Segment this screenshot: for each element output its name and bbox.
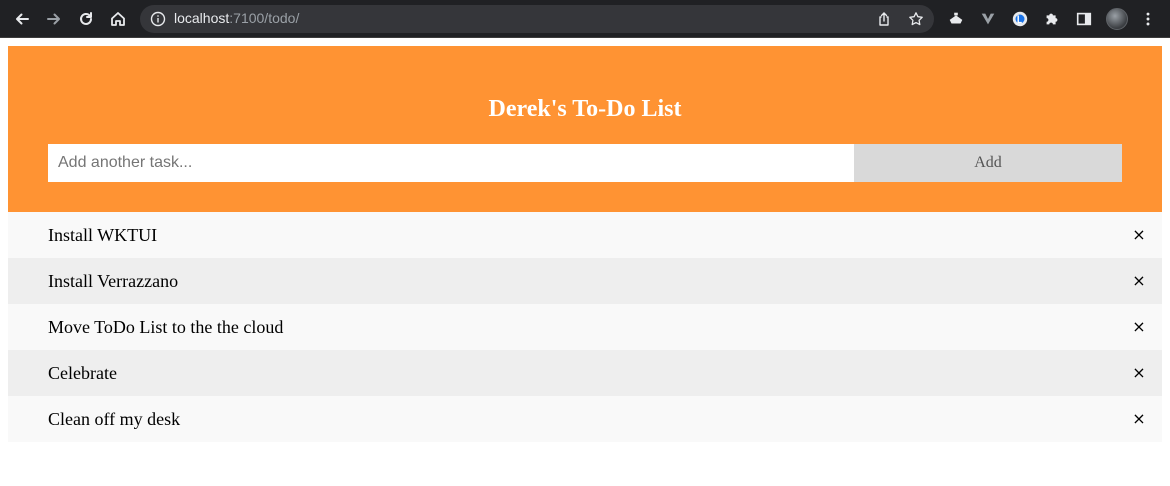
close-icon[interactable]: × [1130, 318, 1148, 336]
back-icon[interactable] [10, 7, 34, 31]
page-title: Derek's To-Do List [488, 96, 682, 122]
share-icon[interactable] [876, 11, 892, 27]
extension-circle-icon[interactable] [1010, 9, 1030, 29]
browser-toolbar: localhost:7100/todo/ [0, 0, 1170, 38]
close-icon[interactable]: × [1130, 410, 1148, 428]
extension-icon[interactable] [946, 9, 966, 29]
puzzle-icon[interactable] [1042, 9, 1062, 29]
list-item[interactable]: Celebrate × [8, 350, 1162, 396]
home-icon[interactable] [106, 7, 130, 31]
address-bar[interactable]: localhost:7100/todo/ [140, 5, 934, 33]
info-icon[interactable] [150, 11, 166, 27]
task-label: Install Verrazzano [48, 271, 179, 291]
todo-header: Derek's To-Do List Add [8, 46, 1162, 212]
reload-icon[interactable] [74, 7, 98, 31]
sidebar-icon[interactable] [1074, 9, 1094, 29]
task-list: Install WKTUI × Install Verrazzano × Mov… [8, 212, 1162, 442]
url-path: :7100/todo/ [229, 10, 300, 26]
task-label: Move ToDo List to the the cloud [48, 317, 284, 337]
task-label: Clean off my desk [48, 409, 181, 429]
task-label: Install WKTUI [48, 225, 158, 245]
menu-icon[interactable] [1138, 9, 1158, 29]
extension-v-icon[interactable] [978, 9, 998, 29]
add-button[interactable]: Add [854, 144, 1122, 182]
bookmark-star-icon[interactable] [908, 11, 924, 27]
forward-icon[interactable] [42, 7, 66, 31]
task-label: Celebrate [48, 363, 117, 383]
list-item[interactable]: Clean off my desk × [8, 396, 1162, 442]
avatar[interactable] [1106, 8, 1128, 30]
list-item[interactable]: Install WKTUI × [8, 212, 1162, 258]
url-text[interactable]: localhost:7100/todo/ [174, 10, 299, 26]
close-icon[interactable]: × [1130, 226, 1148, 244]
close-icon[interactable]: × [1130, 272, 1148, 290]
task-input[interactable] [48, 144, 854, 182]
list-item[interactable]: Move ToDo List to the the cloud × [8, 304, 1162, 350]
url-host: localhost [174, 10, 230, 26]
list-item[interactable]: Install Verrazzano × [8, 258, 1162, 304]
close-icon[interactable]: × [1130, 364, 1148, 382]
